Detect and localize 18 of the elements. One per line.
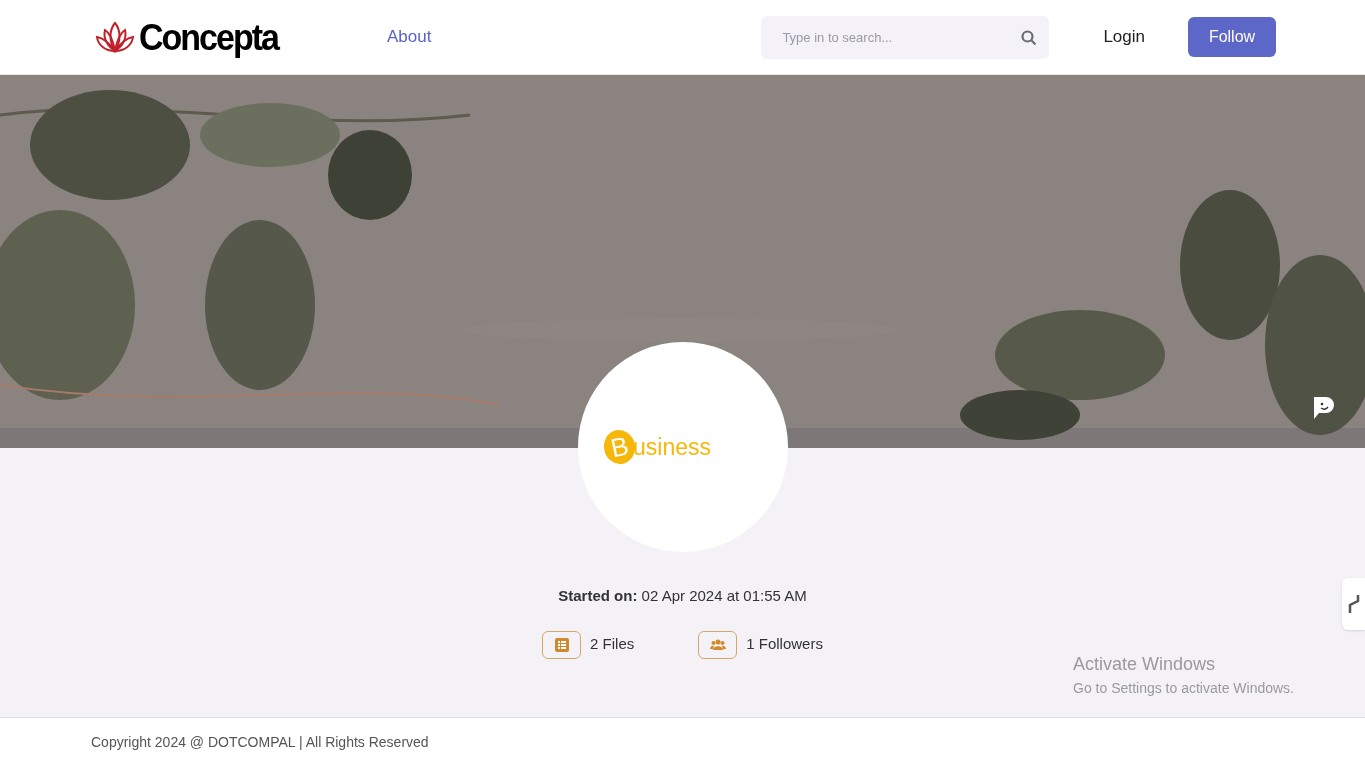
- started-date: Started on: 02 Apr 2024 at 01:55 AM: [558, 586, 807, 606]
- route-icon[interactable]: [1347, 593, 1360, 615]
- chat-icon[interactable]: [1313, 396, 1335, 420]
- users-icon: [709, 639, 726, 650]
- side-widget[interactable]: [1342, 578, 1365, 630]
- search-field[interactable]: Type in to search...: [761, 15, 1050, 59]
- lotus-icon: [95, 20, 135, 54]
- stat-label: 2 Files: [590, 634, 635, 655]
- stat-label: 1 Followers: [746, 634, 823, 655]
- nav-link[interactable]: About: [387, 24, 432, 50]
- site-logo[interactable]: Concepta: [139, 8, 278, 66]
- list-icon: [554, 637, 569, 652]
- login-link[interactable]: Login: [1103, 24, 1145, 50]
- search-icon[interactable]: [1021, 29, 1038, 46]
- copyright-text: Copyright 2024 @ DOTCOMPAL | All Rights Reserved: [91, 733, 429, 752]
- activation-subtitle: Go to Settings to activate Windows.: [1073, 679, 1294, 698]
- follow-button[interactable]: Follow: [1188, 17, 1276, 57]
- activation-title: Activate Windows: [1073, 653, 1217, 676]
